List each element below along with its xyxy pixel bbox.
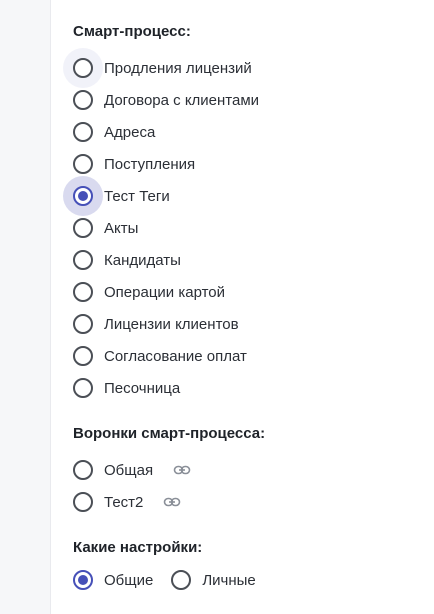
radio-option-soglasovanie[interactable]: Согласование оплат bbox=[73, 344, 247, 368]
radio-button[interactable] bbox=[73, 378, 93, 398]
radio-label: Операции картой bbox=[104, 283, 226, 301]
radio-label: Песочница bbox=[104, 379, 181, 397]
radio-button[interactable] bbox=[73, 314, 93, 334]
smart-process-title: Смарт-процесс: bbox=[73, 23, 191, 40]
radio-label: Лицензии клиентов bbox=[104, 315, 239, 333]
radio-button[interactable] bbox=[63, 48, 103, 88]
radio-option-prodleniya[interactable]: Продления лицензий bbox=[63, 48, 252, 88]
radio-option-funnel-obshaya[interactable]: Общая bbox=[73, 458, 191, 482]
left-sidebar-strip bbox=[0, 0, 51, 614]
radio-label: Поступления bbox=[104, 155, 196, 173]
radio-option-operacii[interactable]: Операции картой bbox=[73, 280, 225, 304]
radio-option-akty[interactable]: Акты bbox=[73, 216, 138, 240]
radio-button[interactable] bbox=[73, 460, 93, 480]
radio-button[interactable] bbox=[73, 492, 93, 512]
radio-label: Общая bbox=[104, 461, 154, 479]
radio-button[interactable] bbox=[73, 122, 93, 142]
radio-button[interactable] bbox=[171, 570, 192, 590]
radio-option-licenzii[interactable]: Лицензии клиентов bbox=[73, 312, 239, 336]
radio-label: Продления лицензий bbox=[104, 59, 252, 77]
radio-label: Тест2 bbox=[104, 493, 144, 511]
radio-option-postupleniya[interactable]: Поступления bbox=[73, 152, 195, 176]
radio-option-dogovora[interactable]: Договора с клиентами bbox=[73, 88, 259, 112]
radio-label: Адреса bbox=[104, 123, 156, 141]
radio-option-test-tegi[interactable]: Тест Теги bbox=[63, 176, 170, 216]
radio-label: Личные bbox=[202, 571, 256, 589]
settings-type-title: Какие настройки: bbox=[73, 539, 203, 556]
radio-label: Общие bbox=[104, 571, 154, 589]
radio-option-obshie[interactable]: Общие bbox=[73, 568, 153, 592]
radio-button[interactable] bbox=[73, 250, 93, 270]
radio-button[interactable] bbox=[73, 218, 93, 238]
radio-label: Кандидаты bbox=[104, 251, 181, 269]
link-icon[interactable] bbox=[163, 496, 181, 508]
radio-button[interactable] bbox=[73, 282, 93, 302]
radio-label: Договора с клиентами bbox=[104, 91, 260, 109]
settings-options: Общие Личные bbox=[73, 568, 274, 592]
link-icon[interactable] bbox=[173, 464, 191, 476]
radio-button[interactable] bbox=[73, 154, 93, 174]
radio-label: Тест Теги bbox=[104, 187, 170, 205]
radio-option-adresa[interactable]: Адреса bbox=[73, 120, 155, 144]
radio-option-kandidaty[interactable]: Кандидаты bbox=[73, 248, 181, 272]
radio-option-funnel-test2[interactable]: Тест2 bbox=[73, 490, 181, 514]
radio-option-lichnye[interactable]: Личные bbox=[171, 568, 256, 592]
radio-button[interactable] bbox=[73, 90, 93, 110]
radio-button-selected[interactable] bbox=[73, 570, 93, 590]
radio-button[interactable] bbox=[73, 346, 93, 366]
radio-label: Согласование оплат bbox=[104, 347, 247, 365]
radio-button-selected[interactable] bbox=[63, 176, 103, 216]
radio-label: Акты bbox=[104, 219, 139, 237]
funnels-title: Воронки смарт-процесса: bbox=[73, 425, 266, 442]
radio-option-pesochnica[interactable]: Песочница bbox=[73, 376, 180, 400]
